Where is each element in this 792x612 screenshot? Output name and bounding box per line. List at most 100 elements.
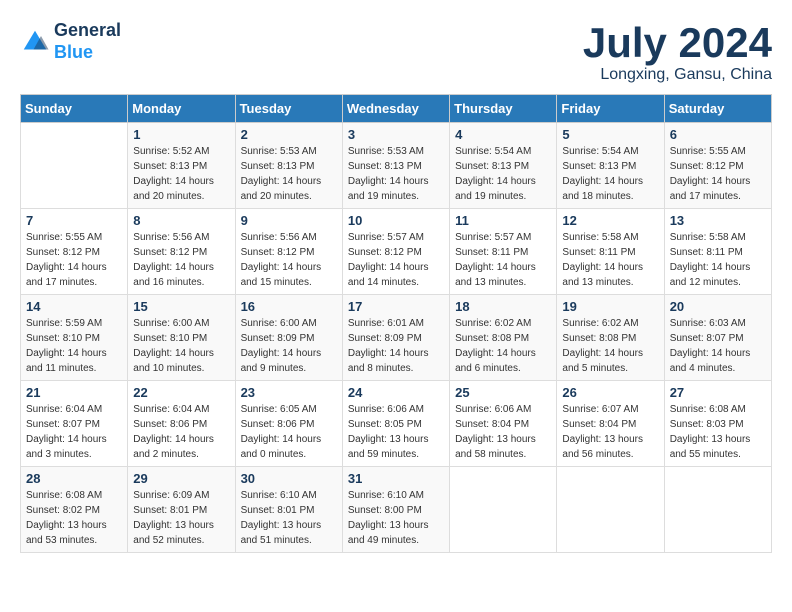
day-info: Sunrise: 6:10 AM Sunset: 8:01 PM Dayligh…: [241, 488, 337, 548]
day-info: Sunrise: 5:55 AM Sunset: 8:12 PM Dayligh…: [670, 144, 766, 204]
calendar-cell: [21, 123, 128, 209]
day-info: Sunrise: 5:57 AM Sunset: 8:12 PM Dayligh…: [348, 230, 444, 290]
logo-text: General Blue: [54, 20, 121, 63]
calendar-cell: 31 Sunrise: 6:10 AM Sunset: 8:00 PM Dayli…: [342, 467, 449, 553]
calendar-cell: 3 Sunrise: 5:53 AM Sunset: 8:13 PM Daylig…: [342, 123, 449, 209]
day-number: 18: [455, 299, 551, 314]
day-info: Sunrise: 6:10 AM Sunset: 8:00 PM Dayligh…: [348, 488, 444, 548]
calendar-cell: 13 Sunrise: 5:58 AM Sunset: 8:11 PM Dayli…: [664, 209, 771, 295]
day-number: 30: [241, 471, 337, 486]
day-number: 6: [670, 127, 766, 142]
calendar-table: SundayMondayTuesdayWednesdayThursdayFrid…: [20, 94, 772, 553]
day-info: Sunrise: 5:53 AM Sunset: 8:13 PM Dayligh…: [348, 144, 444, 204]
day-info: Sunrise: 6:06 AM Sunset: 8:05 PM Dayligh…: [348, 402, 444, 462]
day-info: Sunrise: 6:00 AM Sunset: 8:09 PM Dayligh…: [241, 316, 337, 376]
calendar-cell: 9 Sunrise: 5:56 AM Sunset: 8:12 PM Daylig…: [235, 209, 342, 295]
day-info: Sunrise: 5:58 AM Sunset: 8:11 PM Dayligh…: [562, 230, 658, 290]
day-number: 23: [241, 385, 337, 400]
day-info: Sunrise: 5:56 AM Sunset: 8:12 PM Dayligh…: [133, 230, 229, 290]
day-number: 28: [26, 471, 122, 486]
calendar-cell: 12 Sunrise: 5:58 AM Sunset: 8:11 PM Dayli…: [557, 209, 664, 295]
day-number: 27: [670, 385, 766, 400]
column-header-tuesday: Tuesday: [235, 95, 342, 123]
column-header-saturday: Saturday: [664, 95, 771, 123]
calendar-cell: 4 Sunrise: 5:54 AM Sunset: 8:13 PM Daylig…: [450, 123, 557, 209]
day-info: Sunrise: 5:55 AM Sunset: 8:12 PM Dayligh…: [26, 230, 122, 290]
day-info: Sunrise: 6:02 AM Sunset: 8:08 PM Dayligh…: [562, 316, 658, 376]
day-info: Sunrise: 6:04 AM Sunset: 8:06 PM Dayligh…: [133, 402, 229, 462]
day-number: 14: [26, 299, 122, 314]
calendar-header-row: SundayMondayTuesdayWednesdayThursdayFrid…: [21, 95, 772, 123]
day-info: Sunrise: 5:54 AM Sunset: 8:13 PM Dayligh…: [455, 144, 551, 204]
day-number: 31: [348, 471, 444, 486]
calendar-cell: 29Sunrise: 6:09 AM Sunset: 8:01 PM Dayli…: [128, 467, 235, 553]
day-number: 2: [241, 127, 337, 142]
day-number: 26: [562, 385, 658, 400]
column-header-monday: Monday: [128, 95, 235, 123]
calendar-cell: 20 Sunrise: 6:03 AM Sunset: 8:07 PM Dayli…: [664, 295, 771, 381]
column-header-friday: Friday: [557, 95, 664, 123]
day-number: 12: [562, 213, 658, 228]
day-info: Sunrise: 5:52 AM Sunset: 8:13 PM Dayligh…: [133, 144, 229, 204]
day-number: 20: [670, 299, 766, 314]
calendar-cell: 27 Sunrise: 6:08 AM Sunset: 8:03 PM Dayli…: [664, 381, 771, 467]
calendar-cell: 18 Sunrise: 6:02 AM Sunset: 8:08 PM Dayli…: [450, 295, 557, 381]
column-header-wednesday: Wednesday: [342, 95, 449, 123]
calendar-cell: 5 Sunrise: 5:54 AM Sunset: 8:13 PM Daylig…: [557, 123, 664, 209]
calendar-cell: [557, 467, 664, 553]
day-info: Sunrise: 6:08 AM Sunset: 8:03 PM Dayligh…: [670, 402, 766, 462]
calendar-cell: 28 Sunrise: 6:08 AM Sunset: 8:02 PM Dayli…: [21, 467, 128, 553]
day-number: 4: [455, 127, 551, 142]
day-number: 13: [670, 213, 766, 228]
day-info: Sunrise: 6:04 AM Sunset: 8:07 PM Dayligh…: [26, 402, 122, 462]
day-number: 3: [348, 127, 444, 142]
calendar-cell: 25 Sunrise: 6:06 AM Sunset: 8:04 PM Dayli…: [450, 381, 557, 467]
day-info: Sunrise: 5:56 AM Sunset: 8:12 PM Dayligh…: [241, 230, 337, 290]
logo: General Blue: [20, 20, 121, 63]
calendar-cell: 6 Sunrise: 5:55 AM Sunset: 8:12 PM Daylig…: [664, 123, 771, 209]
month-title: July 2024: [583, 20, 772, 66]
column-header-sunday: Sunday: [21, 95, 128, 123]
day-number: 8: [133, 213, 229, 228]
calendar-week-5: 28 Sunrise: 6:08 AM Sunset: 8:02 PM Dayli…: [21, 467, 772, 553]
calendar-cell: 19 Sunrise: 6:02 AM Sunset: 8:08 PM Dayli…: [557, 295, 664, 381]
day-info: Sunrise: 6:02 AM Sunset: 8:08 PM Dayligh…: [455, 316, 551, 376]
day-number: 19: [562, 299, 658, 314]
day-info: Sunrise: 5:58 AM Sunset: 8:11 PM Dayligh…: [670, 230, 766, 290]
page-header: General Blue July 2024 Longxing, Gansu, …: [20, 20, 772, 84]
day-info: Sunrise: 6:06 AM Sunset: 8:04 PM Dayligh…: [455, 402, 551, 462]
calendar-week-4: 21Sunrise: 6:04 AM Sunset: 8:07 PM Dayli…: [21, 381, 772, 467]
calendar-cell: 26 Sunrise: 6:07 AM Sunset: 8:04 PM Dayli…: [557, 381, 664, 467]
day-info: Sunrise: 6:09 AM Sunset: 8:01 PM Dayligh…: [133, 488, 229, 548]
calendar-cell: [664, 467, 771, 553]
day-number: 17: [348, 299, 444, 314]
day-number: 10: [348, 213, 444, 228]
calendar-cell: 23 Sunrise: 6:05 AM Sunset: 8:06 PM Dayli…: [235, 381, 342, 467]
calendar-cell: 7Sunrise: 5:55 AM Sunset: 8:12 PM Daylig…: [21, 209, 128, 295]
day-info: Sunrise: 6:03 AM Sunset: 8:07 PM Dayligh…: [670, 316, 766, 376]
day-info: Sunrise: 5:54 AM Sunset: 8:13 PM Dayligh…: [562, 144, 658, 204]
day-number: 1: [133, 127, 229, 142]
day-info: Sunrise: 6:00 AM Sunset: 8:10 PM Dayligh…: [133, 316, 229, 376]
calendar-week-1: 1 Sunrise: 5:52 AM Sunset: 8:13 PM Daylig…: [21, 123, 772, 209]
day-info: Sunrise: 6:01 AM Sunset: 8:09 PM Dayligh…: [348, 316, 444, 376]
day-info: Sunrise: 6:05 AM Sunset: 8:06 PM Dayligh…: [241, 402, 337, 462]
calendar-cell: 21Sunrise: 6:04 AM Sunset: 8:07 PM Dayli…: [21, 381, 128, 467]
calendar-cell: 14 Sunrise: 5:59 AM Sunset: 8:10 PM Dayli…: [21, 295, 128, 381]
day-number: 11: [455, 213, 551, 228]
day-number: 24: [348, 385, 444, 400]
calendar-cell: 24 Sunrise: 6:06 AM Sunset: 8:05 PM Dayli…: [342, 381, 449, 467]
calendar-week-3: 14 Sunrise: 5:59 AM Sunset: 8:10 PM Dayli…: [21, 295, 772, 381]
title-block: July 2024 Longxing, Gansu, China: [583, 20, 772, 84]
day-number: 22: [133, 385, 229, 400]
day-number: 5: [562, 127, 658, 142]
day-number: 9: [241, 213, 337, 228]
calendar-cell: 30 Sunrise: 6:10 AM Sunset: 8:01 PM Dayli…: [235, 467, 342, 553]
calendar-cell: 22 Sunrise: 6:04 AM Sunset: 8:06 PM Dayli…: [128, 381, 235, 467]
day-info: Sunrise: 5:59 AM Sunset: 8:10 PM Dayligh…: [26, 316, 122, 376]
calendar-cell: [450, 467, 557, 553]
day-info: Sunrise: 6:08 AM Sunset: 8:02 PM Dayligh…: [26, 488, 122, 548]
day-info: Sunrise: 6:07 AM Sunset: 8:04 PM Dayligh…: [562, 402, 658, 462]
day-number: 25: [455, 385, 551, 400]
calendar-body: 1 Sunrise: 5:52 AM Sunset: 8:13 PM Daylig…: [21, 123, 772, 553]
